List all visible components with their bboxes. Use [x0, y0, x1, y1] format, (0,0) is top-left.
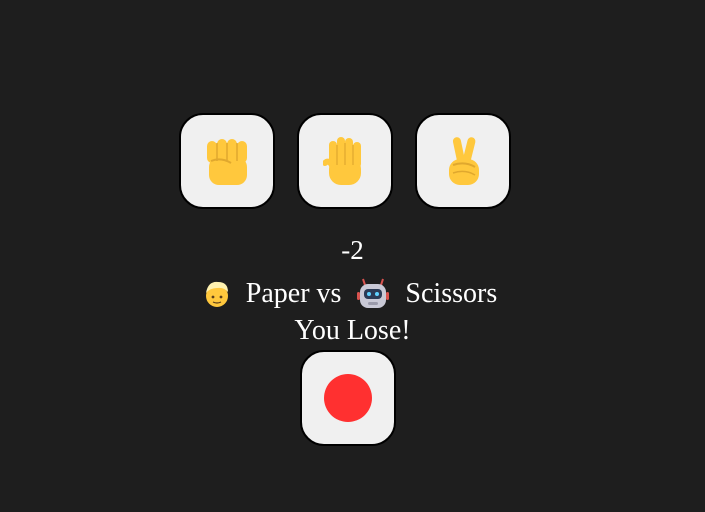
- raised-fist-icon: [207, 139, 247, 185]
- person-icon: [202, 279, 232, 309]
- matchup-line: Paper vs Scissors: [0, 276, 705, 312]
- record-dot-icon: [324, 374, 372, 422]
- result-text: You Lose!: [294, 315, 411, 346]
- robot-icon: [355, 277, 391, 311]
- game-stage: -2 Paper vs Scissors You Lose!: [0, 0, 705, 512]
- raised-hand-icon: [323, 137, 361, 185]
- scissors-button[interactable]: [415, 113, 511, 209]
- computer-choice-label: Scissors: [405, 278, 498, 309]
- victory-hand-icon: [449, 137, 479, 185]
- player-choice-label: Paper vs: [245, 278, 342, 309]
- rock-button[interactable]: [179, 113, 275, 209]
- choice-buttons: [179, 113, 511, 209]
- record-button[interactable]: [300, 350, 396, 446]
- record-button-wrapper: [300, 350, 396, 446]
- score-display: -2: [341, 235, 364, 265]
- paper-button[interactable]: [297, 113, 393, 209]
